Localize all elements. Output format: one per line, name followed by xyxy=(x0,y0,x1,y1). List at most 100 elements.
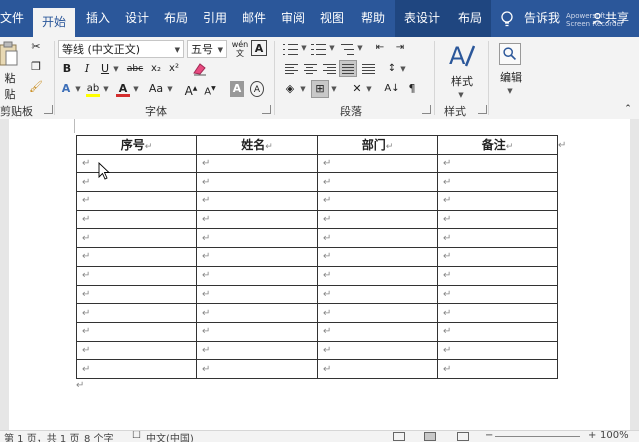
tab-references[interactable]: 引用 xyxy=(200,0,230,37)
table-cell[interactable]: ↵ xyxy=(437,209,558,230)
tab-insert[interactable]: 插入 xyxy=(83,0,113,37)
zoom-out-button[interactable]: − xyxy=(485,431,493,441)
proofing-icon[interactable]: ☐ xyxy=(132,431,141,441)
table-cell[interactable]: ↵ xyxy=(196,284,318,305)
strikethrough-button[interactable]: abc xyxy=(124,61,146,77)
line-spacing-icon[interactable]: ↕ xyxy=(385,61,399,77)
table-cell[interactable]: ↵ xyxy=(196,303,318,323)
table-cell[interactable]: ↵ xyxy=(76,321,197,342)
table-cell[interactable]: ↵ xyxy=(437,247,558,267)
styles-launcher[interactable] xyxy=(478,105,487,114)
tab-help[interactable]: 帮助 xyxy=(356,0,390,37)
chevron-down-icon[interactable]: ▼ xyxy=(74,81,82,97)
tab-mailings[interactable]: 邮件 xyxy=(239,0,269,37)
numbering-icon[interactable] xyxy=(311,42,327,56)
table-cell[interactable]: ↵ xyxy=(196,228,318,249)
table-cell[interactable]: ↵ xyxy=(196,153,318,174)
tell-me-search[interactable]: 告诉我 xyxy=(524,0,564,37)
table-cell[interactable]: ↵ xyxy=(317,303,438,323)
collapse-ribbon-icon[interactable]: ⌃ xyxy=(622,101,634,117)
table-cell[interactable]: ↵ xyxy=(196,265,318,286)
table-cell[interactable]: ↵ xyxy=(196,209,318,230)
justify-icon[interactable] xyxy=(339,60,357,77)
table-cell[interactable]: ↵ xyxy=(437,321,558,342)
text-effects-icon[interactable]: A xyxy=(58,81,74,97)
chevron-down-icon[interactable]: ▼ xyxy=(356,40,364,56)
table-cell[interactable]: ↵ xyxy=(317,340,438,361)
table-cell[interactable]: ↵ xyxy=(317,209,438,230)
header-cell-name[interactable]: 姓名↵ xyxy=(196,135,318,155)
paragraph-launcher[interactable] xyxy=(422,105,431,114)
table-cell[interactable]: ↵ xyxy=(196,340,318,361)
bold-button[interactable]: B xyxy=(60,61,74,77)
chevron-down-icon[interactable]: ▼ xyxy=(112,61,120,77)
phonetic-guide-icon[interactable]: wén 文 xyxy=(231,40,249,58)
table-cell[interactable]: ↵ xyxy=(76,359,197,379)
header-cell-dept[interactable]: 部门↵ xyxy=(317,135,438,155)
table-cell[interactable]: ↵ xyxy=(196,191,318,211)
align-left-icon[interactable] xyxy=(283,62,299,76)
lightbulb-icon[interactable] xyxy=(500,11,514,27)
table-cell[interactable]: ↵ xyxy=(437,340,558,361)
table-cell[interactable]: ↵ xyxy=(76,228,197,249)
borders-icon[interactable]: ⊞ xyxy=(311,80,329,98)
table-cell[interactable]: ↵ xyxy=(317,191,438,211)
change-case-button[interactable]: Aa xyxy=(146,81,166,97)
zoom-slider[interactable] xyxy=(495,436,580,437)
multilevel-list-icon[interactable] xyxy=(339,42,355,56)
chevron-down-icon[interactable]: ▼ xyxy=(132,81,140,97)
format-painter-icon[interactable]: 🖌 xyxy=(29,79,43,95)
tab-design[interactable]: 设计 xyxy=(122,0,152,37)
chevron-down-icon[interactable]: ▼ xyxy=(399,61,407,77)
show-marks-icon[interactable]: ¶ xyxy=(405,81,419,97)
table-cell[interactable]: ↵ xyxy=(437,265,558,286)
chevron-down-icon[interactable]: ▼ xyxy=(300,40,308,56)
table-cell[interactable]: ↵ xyxy=(317,172,438,193)
char-border-icon[interactable]: A xyxy=(251,40,267,56)
chevron-down-icon[interactable]: ▼ xyxy=(365,81,373,97)
table-cell[interactable]: ↵ xyxy=(196,359,318,379)
font-size-select[interactable]: 五号 ▼ xyxy=(187,40,227,58)
table-cell[interactable]: ↵ xyxy=(317,247,438,267)
table-cell[interactable]: ↵ xyxy=(437,228,558,249)
header-cell-notes[interactable]: 备注↵ xyxy=(437,135,558,155)
web-layout-icon[interactable] xyxy=(457,432,469,441)
shrink-font-button[interactable]: A▼ xyxy=(203,81,217,97)
tab-table-design[interactable]: 表设计 xyxy=(395,0,449,37)
table-cell[interactable]: ↵ xyxy=(76,153,197,174)
read-mode-icon[interactable] xyxy=(393,432,405,441)
word-count[interactable]: 8 个字 xyxy=(84,431,114,442)
table-cell[interactable]: ↵ xyxy=(437,303,558,323)
table-cell[interactable]: ↵ xyxy=(76,284,197,305)
tab-table-layout[interactable]: 布局 xyxy=(449,0,491,37)
table-cell[interactable]: ↵ xyxy=(317,284,438,305)
table-cell[interactable]: ↵ xyxy=(317,321,438,342)
language-indicator[interactable]: 中文(中国) xyxy=(146,431,194,442)
chevron-down-icon[interactable]: ▼ xyxy=(505,83,515,99)
table-cell[interactable]: ↵ xyxy=(76,209,197,230)
table-cell[interactable]: ↵ xyxy=(196,247,318,267)
tab-layout[interactable]: 布局 xyxy=(161,0,191,37)
increase-indent-icon[interactable]: ⇥ xyxy=(392,40,408,56)
table-cell[interactable]: ↵ xyxy=(196,321,318,342)
underline-button[interactable]: U xyxy=(98,61,112,77)
tab-file[interactable]: 文件 xyxy=(0,0,28,37)
chevron-down-icon[interactable]: ▼ xyxy=(102,81,110,97)
superscript-button[interactable]: x² xyxy=(166,61,182,77)
table-cell[interactable]: ↵ xyxy=(437,153,558,174)
zoom-in-button[interactable]: + xyxy=(588,431,596,441)
chevron-down-icon[interactable]: ▼ xyxy=(299,81,307,97)
char-shading-button[interactable]: A xyxy=(230,81,244,97)
clipboard-launcher[interactable] xyxy=(44,105,53,114)
table-cell[interactable]: ↵ xyxy=(76,172,197,193)
distributed-icon[interactable] xyxy=(360,62,376,76)
bullets-icon[interactable] xyxy=(283,42,299,56)
table-cell[interactable]: ↵ xyxy=(76,191,197,211)
print-layout-icon[interactable] xyxy=(424,432,436,441)
table-cell[interactable]: ↵ xyxy=(196,172,318,193)
tab-view[interactable]: 视图 xyxy=(317,0,347,37)
share-button[interactable]: 共享 xyxy=(605,0,629,37)
font-launcher[interactable] xyxy=(262,105,271,114)
search-icon[interactable] xyxy=(499,43,521,65)
paste-button[interactable]: 粘贴 xyxy=(0,71,20,101)
